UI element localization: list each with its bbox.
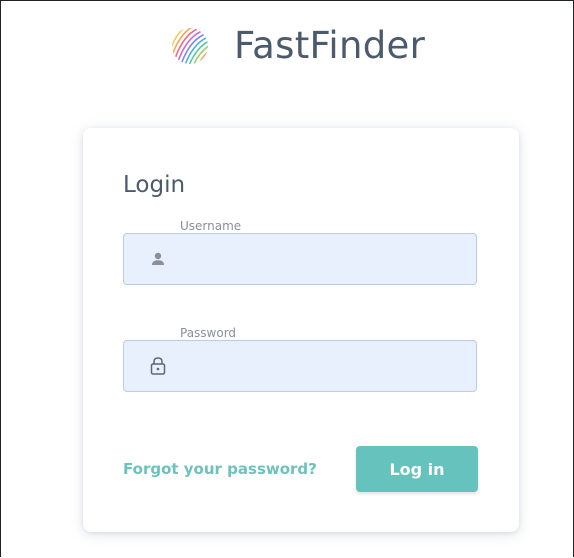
login-title: Login [123,172,186,198]
striped-sphere-logo [172,28,208,64]
username-label: Username [180,219,242,233]
password-label: Password [180,326,237,340]
login-card: Login Username Password Forgot your pass… [83,128,519,532]
login-button[interactable]: Log in [356,446,478,492]
password-input[interactable] [182,340,476,392]
forgot-password-link[interactable]: Forgot your password? [123,460,317,478]
username-input[interactable] [182,233,476,285]
brand-header: FastFinder [168,24,425,68]
brand-name: FastFinder [234,24,426,67]
password-field[interactable] [123,340,477,392]
lock-icon [148,356,168,376]
username-field[interactable] [123,233,477,285]
user-icon [148,249,168,269]
